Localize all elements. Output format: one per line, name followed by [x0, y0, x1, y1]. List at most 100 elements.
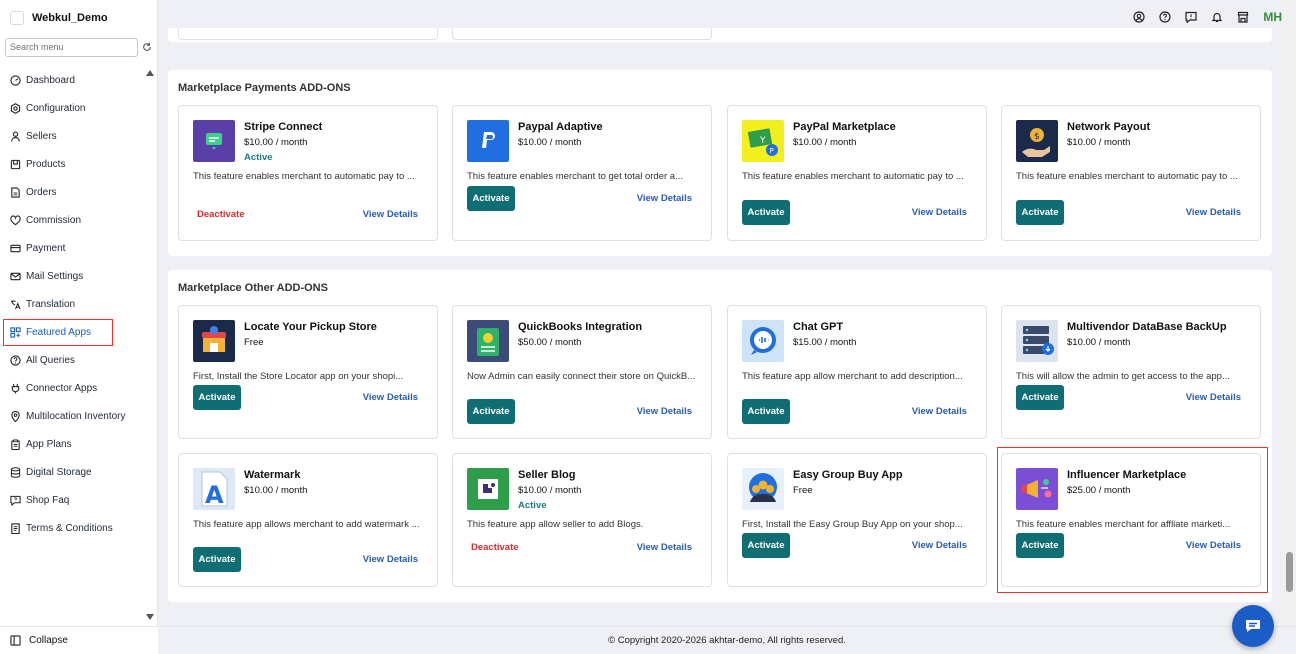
- svg-text:P: P: [770, 147, 774, 155]
- sidebar-item-orders[interactable]: Orders: [0, 178, 142, 206]
- app-name: Webkul_Demo: [32, 12, 108, 24]
- page-scrollbar[interactable]: [1283, 0, 1296, 626]
- app-price: $50.00 / month: [518, 337, 582, 348]
- partial-card: [178, 28, 438, 40]
- collapse-icon: [10, 635, 21, 646]
- app-card-influencer-marketplace: Influencer Marketplace $25.00 / month Th…: [1001, 453, 1261, 587]
- paypal-icon: [467, 120, 509, 162]
- collapse-button[interactable]: Collapse: [0, 626, 158, 654]
- payment-icon: [10, 244, 21, 252]
- app-card-locate-pickup-store: Locate Your Pickup Store Free First, Ins…: [178, 305, 438, 439]
- chat-icon[interactable]: [1185, 11, 1197, 23]
- dashboard-icon: [10, 74, 21, 86]
- sidebar-item-all-queries[interactable]: All Queries: [0, 346, 142, 374]
- view-details-link[interactable]: View Details: [637, 193, 692, 204]
- app-name: Paypal Adaptive: [518, 121, 603, 133]
- scroll-up-arrow-icon[interactable]: [146, 70, 154, 76]
- view-details-link[interactable]: View Details: [637, 542, 692, 553]
- sidebar-item-label: Payment: [26, 242, 66, 254]
- view-details-link[interactable]: View Details: [637, 406, 692, 417]
- view-details-link[interactable]: View Details: [363, 209, 418, 220]
- activate-button[interactable]: Activate: [467, 399, 515, 424]
- activate-button[interactable]: Activate: [193, 385, 241, 410]
- menu-search-input[interactable]: [5, 37, 139, 57]
- sidebar-item-translation[interactable]: Translation: [0, 290, 142, 318]
- sidebar-item-shop-faq[interactable]: Shop Faq: [0, 486, 142, 514]
- commission-icon: [10, 215, 21, 225]
- app-card-network-payout: $ Network Payout $10.00 / month This fea…: [1001, 105, 1261, 241]
- sidebar-item-products[interactable]: Products: [0, 150, 142, 178]
- sidebar-item-label: Orders: [26, 186, 57, 198]
- stripe-connect-icon: [193, 120, 235, 162]
- app-name: Stripe Connect: [244, 121, 323, 133]
- sidebar-item-label: Commission: [26, 214, 82, 226]
- document-icon: [11, 522, 20, 534]
- view-details-link[interactable]: View Details: [363, 554, 418, 565]
- activate-button[interactable]: Activate: [467, 186, 515, 211]
- view-details-link[interactable]: View Details: [1186, 392, 1241, 403]
- sidebar-item-label: Dashboard: [26, 74, 75, 86]
- activate-button[interactable]: Activate: [1016, 200, 1064, 225]
- view-details-link[interactable]: View Details: [1186, 207, 1241, 218]
- app-description: First, Install the Easy Group Buy App on…: [742, 519, 963, 530]
- watermark-icon: A: [193, 468, 235, 510]
- scroll-down-arrow-icon[interactable]: [146, 614, 154, 620]
- sidebar-item-label: Terms & Conditions: [26, 522, 113, 534]
- deactivate-button[interactable]: Deactivate: [197, 209, 245, 220]
- sidebar-item-sellers[interactable]: Sellers: [0, 122, 142, 150]
- account-icon[interactable]: [1133, 11, 1145, 23]
- activate-button[interactable]: Activate: [742, 200, 790, 225]
- activate-button[interactable]: Activate: [742, 533, 790, 558]
- sidebar-item-dashboard[interactable]: Dashboard: [0, 66, 142, 94]
- chat-support-button[interactable]: [1232, 605, 1274, 647]
- app-name: PayPal Marketplace: [793, 121, 896, 133]
- view-details-link[interactable]: View Details: [912, 207, 967, 218]
- view-details-link[interactable]: View Details: [912, 540, 967, 551]
- bell-icon[interactable]: [1211, 11, 1223, 23]
- app-description: This feature app allows merchant to add …: [193, 519, 420, 530]
- product-icon: [10, 159, 21, 169]
- sidebar-item-mail-settings[interactable]: Mail Settings: [0, 262, 142, 290]
- app-name: Locate Your Pickup Store: [244, 321, 377, 333]
- avatar[interactable]: MH: [1263, 10, 1282, 24]
- sidebar-scrollbar[interactable]: [143, 66, 156, 626]
- scrollbar-thumb[interactable]: [1286, 552, 1293, 592]
- activate-button[interactable]: Activate: [193, 547, 241, 572]
- sidebar-item-featured-apps[interactable]: Featured Apps: [0, 318, 142, 346]
- app-name: Multivendor DataBase BackUp: [1067, 321, 1227, 333]
- app-description: This feature enables merchant for afflia…: [1016, 519, 1231, 530]
- sidebar-item-digital-storage[interactable]: Digital Storage: [0, 458, 142, 486]
- app-description: This feature app allow merchant to add d…: [742, 371, 963, 382]
- app-description: This feature enables merchant to get tot…: [467, 171, 683, 182]
- view-details-link[interactable]: View Details: [912, 406, 967, 417]
- sidebar-item-app-plans[interactable]: App Plans: [0, 430, 142, 458]
- paypal-marketplace-icon: YP: [742, 120, 784, 162]
- view-details-link[interactable]: View Details: [363, 392, 418, 403]
- payments-addons-section: Marketplace Payments ADD-ONS Stripe Conn…: [168, 70, 1272, 256]
- status-badge: Active: [244, 152, 273, 163]
- sidebar-item-connector-apps[interactable]: Connector Apps: [0, 374, 142, 402]
- app-card-quickbooks-integration: QuickBooks Integration $50.00 / month No…: [452, 305, 712, 439]
- deactivate-button[interactable]: Deactivate: [471, 542, 519, 553]
- refresh-icon[interactable]: [142, 42, 152, 52]
- activate-button[interactable]: Activate: [1016, 533, 1064, 558]
- sidebar-item-label: Digital Storage: [26, 466, 92, 478]
- sidebar-item-multilocation-inventory[interactable]: Multilocation Inventory: [0, 402, 142, 430]
- app-name: Chat GPT: [793, 321, 844, 333]
- sidebar-item-terms-conditions[interactable]: Terms & Conditions: [0, 514, 142, 542]
- store-icon[interactable]: [1237, 11, 1249, 23]
- collapse-label: Collapse: [29, 635, 68, 646]
- database-icon: [10, 466, 21, 478]
- app-card-chat-gpt: Chat GPT $15.00 / month This feature app…: [727, 305, 987, 439]
- activate-button[interactable]: Activate: [1016, 385, 1064, 410]
- sidebar-item-configuration[interactable]: Configuration: [0, 94, 142, 122]
- activate-button[interactable]: Activate: [742, 399, 790, 424]
- app-price: $10.00 / month: [793, 137, 857, 148]
- sidebar-item-payment[interactable]: Payment: [0, 234, 142, 262]
- view-details-link[interactable]: View Details: [1186, 540, 1241, 551]
- help-icon[interactable]: [1159, 11, 1171, 23]
- app-name: QuickBooks Integration: [518, 321, 643, 333]
- app-price: $10.00 / month: [1067, 137, 1131, 148]
- sidebar-item-commission[interactable]: Commission: [0, 206, 142, 234]
- app-card-easy-group-buy: Easy Group Buy App Free First, Install t…: [727, 453, 987, 587]
